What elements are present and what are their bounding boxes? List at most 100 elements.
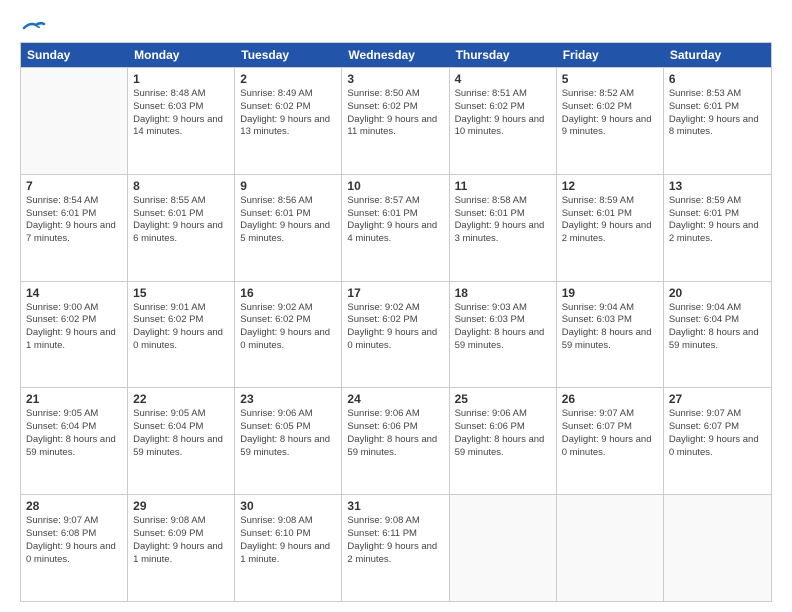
calendar-grid: SundayMondayTuesdayWednesdayThursdayFrid… [20,42,772,602]
cell-sun-info: Sunrise: 9:01 AMSunset: 6:02 PMDaylight:… [133,302,229,353]
cell-date-number: 13 [669,179,766,193]
calendar-header: SundayMondayTuesdayWednesdayThursdayFrid… [21,43,771,67]
cell-date-number: 16 [240,286,336,300]
cell-date-number: 17 [347,286,443,300]
cell-date-number: 15 [133,286,229,300]
cell-sun-info: Sunrise: 9:06 AMSunset: 6:06 PMDaylight:… [455,408,551,459]
calendar-cell: 27 Sunrise: 9:07 AMSunset: 6:07 PMDayligh… [664,388,771,494]
calendar-cell: 23 Sunrise: 9:06 AMSunset: 6:05 PMDayligh… [235,388,342,494]
calendar-cell: 5 Sunrise: 8:52 AMSunset: 6:02 PMDaylight… [557,68,664,174]
cell-date-number: 14 [26,286,122,300]
header [20,18,772,32]
cell-sun-info: Sunrise: 9:04 AMSunset: 6:04 PMDaylight:… [669,302,766,353]
calendar-cell: 7 Sunrise: 8:54 AMSunset: 6:01 PMDaylight… [21,175,128,281]
calendar-cell: 21 Sunrise: 9:05 AMSunset: 6:04 PMDayligh… [21,388,128,494]
calendar-cell: 1 Sunrise: 8:48 AMSunset: 6:03 PMDaylight… [128,68,235,174]
calendar-cell: 4 Sunrise: 8:51 AMSunset: 6:02 PMDaylight… [450,68,557,174]
cell-sun-info: Sunrise: 9:08 AMSunset: 6:10 PMDaylight:… [240,515,336,566]
calendar-body: 1 Sunrise: 8:48 AMSunset: 6:03 PMDaylight… [21,67,771,601]
cell-date-number: 19 [562,286,658,300]
cell-sun-info: Sunrise: 8:59 AMSunset: 6:01 PMDaylight:… [669,195,766,246]
cell-sun-info: Sunrise: 8:52 AMSunset: 6:02 PMDaylight:… [562,88,658,139]
cell-date-number: 28 [26,499,122,513]
cell-date-number: 21 [26,392,122,406]
cell-date-number: 2 [240,72,336,86]
cell-sun-info: Sunrise: 8:55 AMSunset: 6:01 PMDaylight:… [133,195,229,246]
calendar-cell: 2 Sunrise: 8:49 AMSunset: 6:02 PMDaylight… [235,68,342,174]
cell-sun-info: Sunrise: 8:58 AMSunset: 6:01 PMDaylight:… [455,195,551,246]
calendar-cell: 15 Sunrise: 9:01 AMSunset: 6:02 PMDayligh… [128,282,235,388]
cell-date-number: 27 [669,392,766,406]
calendar-cell: 13 Sunrise: 8:59 AMSunset: 6:01 PMDayligh… [664,175,771,281]
cell-date-number: 3 [347,72,443,86]
cell-sun-info: Sunrise: 9:00 AMSunset: 6:02 PMDaylight:… [26,302,122,353]
calendar-row-2: 7 Sunrise: 8:54 AMSunset: 6:01 PMDaylight… [21,174,771,281]
calendar-cell: 25 Sunrise: 9:06 AMSunset: 6:06 PMDayligh… [450,388,557,494]
cell-date-number: 24 [347,392,443,406]
cell-sun-info: Sunrise: 9:02 AMSunset: 6:02 PMDaylight:… [347,302,443,353]
cell-date-number: 9 [240,179,336,193]
cell-date-number: 10 [347,179,443,193]
cell-sun-info: Sunrise: 9:05 AMSunset: 6:04 PMDaylight:… [26,408,122,459]
calendar-cell: 8 Sunrise: 8:55 AMSunset: 6:01 PMDaylight… [128,175,235,281]
cell-date-number: 7 [26,179,122,193]
cell-date-number: 4 [455,72,551,86]
header-day-friday: Friday [557,43,664,67]
cell-date-number: 5 [562,72,658,86]
cell-date-number: 20 [669,286,766,300]
logo [20,18,46,32]
cell-sun-info: Sunrise: 9:04 AMSunset: 6:03 PMDaylight:… [562,302,658,353]
cell-date-number: 22 [133,392,229,406]
calendar-cell: 28 Sunrise: 9:07 AMSunset: 6:08 PMDayligh… [21,495,128,601]
cell-sun-info: Sunrise: 9:07 AMSunset: 6:07 PMDaylight:… [669,408,766,459]
calendar-row-1: 1 Sunrise: 8:48 AMSunset: 6:03 PMDaylight… [21,67,771,174]
calendar-cell: 29Sunrise: 9:08 AMSunset: 6:09 PMDayligh… [128,495,235,601]
calendar-cell: 20 Sunrise: 9:04 AMSunset: 6:04 PMDayligh… [664,282,771,388]
calendar-cell [557,495,664,601]
calendar-cell [450,495,557,601]
cell-date-number: 30 [240,499,336,513]
calendar-cell: 9 Sunrise: 8:56 AMSunset: 6:01 PMDaylight… [235,175,342,281]
header-day-thursday: Thursday [450,43,557,67]
calendar-cell: 19 Sunrise: 9:04 AMSunset: 6:03 PMDayligh… [557,282,664,388]
calendar-cell: 18 Sunrise: 9:03 AMSunset: 6:03 PMDayligh… [450,282,557,388]
cell-sun-info: Sunrise: 8:59 AMSunset: 6:01 PMDaylight:… [562,195,658,246]
cell-sun-info: Sunrise: 9:07 AMSunset: 6:08 PMDaylight:… [26,515,122,566]
header-day-saturday: Saturday [664,43,771,67]
cell-sun-info: Sunrise: 8:56 AMSunset: 6:01 PMDaylight:… [240,195,336,246]
calendar-cell [664,495,771,601]
cell-sun-info: Sunrise: 8:48 AMSunset: 6:03 PMDaylight:… [133,88,229,139]
calendar-cell: 6Sunrise: 8:53 AMSunset: 6:01 PMDaylight… [664,68,771,174]
calendar-cell: 10 Sunrise: 8:57 AMSunset: 6:01 PMDayligh… [342,175,449,281]
cell-sun-info: Sunrise: 9:07 AMSunset: 6:07 PMDaylight:… [562,408,658,459]
cell-date-number: 23 [240,392,336,406]
cell-date-number: 1 [133,72,229,86]
calendar-cell: 14 Sunrise: 9:00 AMSunset: 6:02 PMDayligh… [21,282,128,388]
cell-sun-info: Sunrise: 9:06 AMSunset: 6:05 PMDaylight:… [240,408,336,459]
cell-sun-info: Sunrise: 9:08 AMSunset: 6:09 PMDaylight:… [133,515,229,566]
calendar-cell [21,68,128,174]
calendar-cell: 22 Sunrise: 9:05 AMSunset: 6:04 PMDayligh… [128,388,235,494]
cell-sun-info: Sunrise: 8:49 AMSunset: 6:02 PMDaylight:… [240,88,336,139]
calendar-cell: 31Sunrise: 9:08 AMSunset: 6:11 PMDayligh… [342,495,449,601]
cell-sun-info: Sunrise: 9:02 AMSunset: 6:02 PMDaylight:… [240,302,336,353]
header-day-tuesday: Tuesday [235,43,342,67]
cell-date-number: 25 [455,392,551,406]
cell-date-number: 31 [347,499,443,513]
cell-sun-info: Sunrise: 9:03 AMSunset: 6:03 PMDaylight:… [455,302,551,353]
cell-sun-info: Sunrise: 9:06 AMSunset: 6:06 PMDaylight:… [347,408,443,459]
cell-sun-info: Sunrise: 8:50 AMSunset: 6:02 PMDaylight:… [347,88,443,139]
cell-date-number: 8 [133,179,229,193]
calendar-row-5: 28 Sunrise: 9:07 AMSunset: 6:08 PMDayligh… [21,494,771,601]
header-day-monday: Monday [128,43,235,67]
cell-sun-info: Sunrise: 8:54 AMSunset: 6:01 PMDaylight:… [26,195,122,246]
header-day-wednesday: Wednesday [342,43,449,67]
cell-sun-info: Sunrise: 8:57 AMSunset: 6:01 PMDaylight:… [347,195,443,246]
cell-date-number: 11 [455,179,551,193]
cell-sun-info: Sunrise: 8:53 AMSunset: 6:01 PMDaylight:… [669,88,766,139]
cell-date-number: 18 [455,286,551,300]
cell-sun-info: Sunrise: 8:51 AMSunset: 6:02 PMDaylight:… [455,88,551,139]
cell-sun-info: Sunrise: 9:05 AMSunset: 6:04 PMDaylight:… [133,408,229,459]
calendar-cell: 30 Sunrise: 9:08 AMSunset: 6:10 PMDayligh… [235,495,342,601]
calendar-page: SundayMondayTuesdayWednesdayThursdayFrid… [0,0,792,612]
